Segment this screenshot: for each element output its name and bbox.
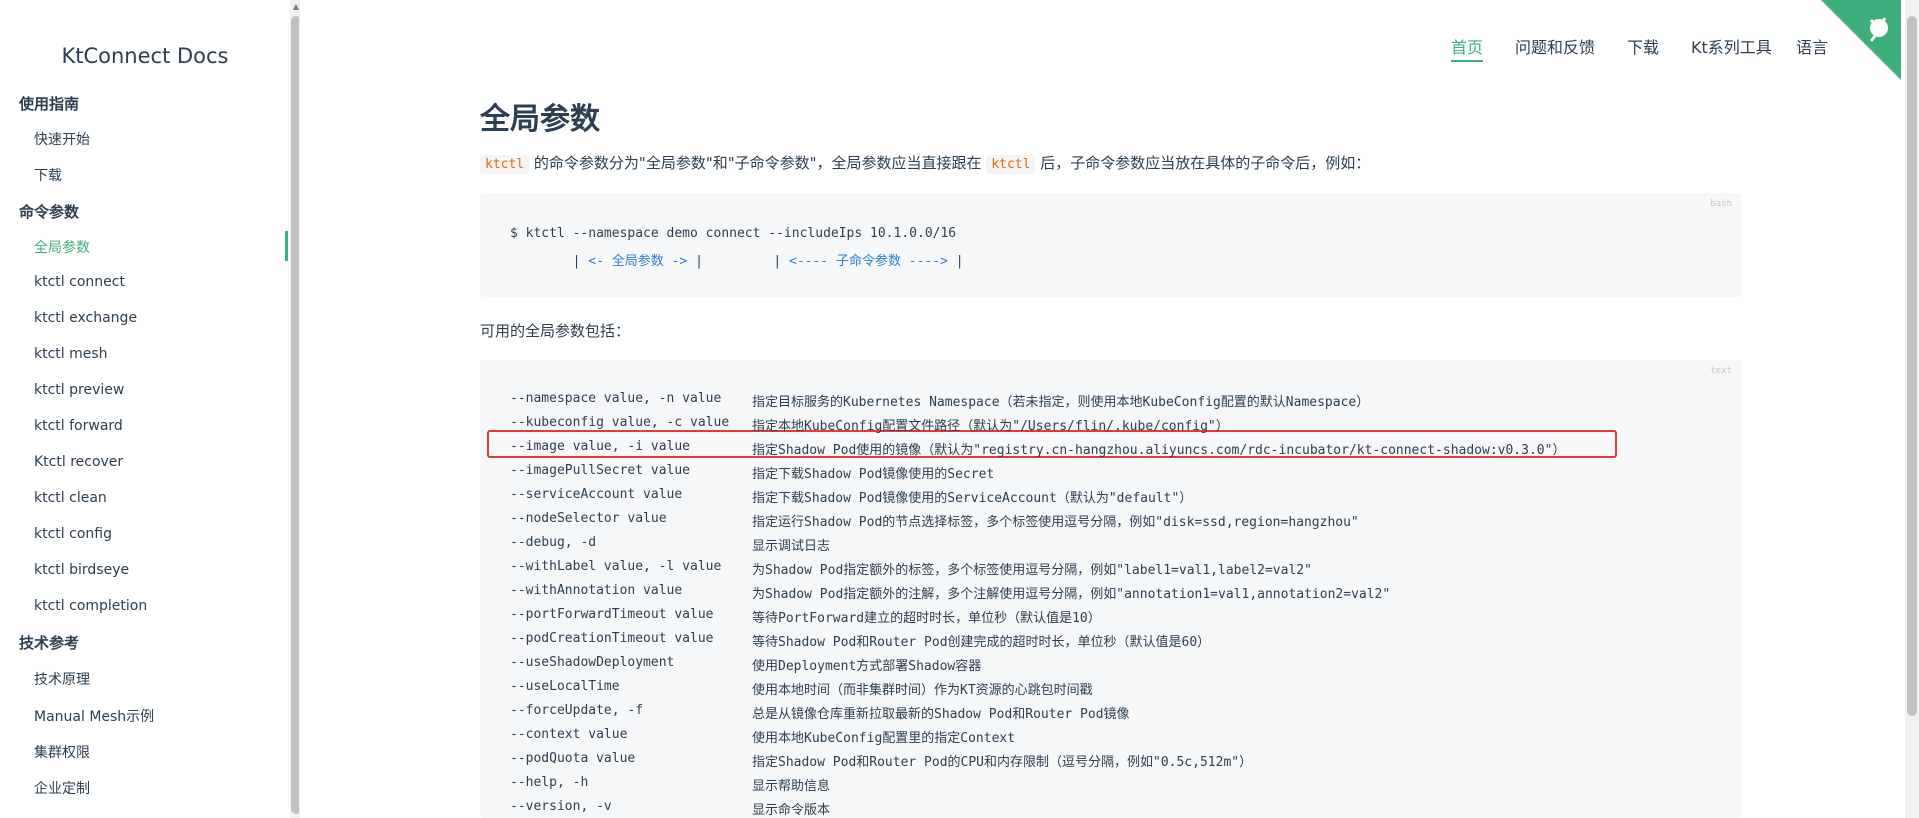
param-option: --imagePullSecret value [510, 463, 691, 478]
param-option: --podQuota value [510, 751, 636, 766]
sidebar-item-ktctl-config[interactable]: ktctl config [34, 526, 112, 542]
sidebar-item-download[interactable]: 下载 [34, 165, 62, 185]
code-segment: <- 全局参数 -> [588, 254, 688, 269]
inline-code: ktctl [986, 155, 1036, 174]
sidebar-item-global-params[interactable]: 全局参数 [34, 237, 90, 257]
sidebar-group-tech-reference[interactable]: 技术参考 [19, 632, 79, 653]
code-segment: | | [687, 254, 789, 269]
param-description: 总是从镜像仓库重新拉取最新的Shadow Pod和Router Pod镜像 [752, 707, 1130, 722]
intro-text-1: 的命令参数分为"全局参数"和"子命令参数"，全局参数应当直接跟在 [533, 154, 982, 172]
param-description: 使用Deployment方式部署Shadow容器 [752, 659, 982, 674]
github-octocat-icon[interactable] [1857, 8, 1897, 48]
param-description: 指定本地KubeConfig配置文件路径（默认为"/Users/flin/.ku… [752, 419, 1229, 434]
page-title: 全局参数 [480, 102, 600, 137]
param-description: 显示帮助信息 [752, 779, 831, 794]
param-description: 使用本地KubeConfig配置里的指定Context [752, 731, 1016, 746]
sidebar-group-command-params[interactable]: 命令参数 [19, 201, 79, 222]
params-intro: 可用的全局参数包括： [480, 322, 631, 340]
param-option: --serviceAccount value [510, 487, 683, 502]
params-code-block: text --namespace value, -n value 指定目标服务的K… [480, 360, 1742, 818]
param-option: --withAnnotation value [510, 583, 683, 598]
param-description: 指定下载Shadow Pod镜像使用的ServiceAccount（默认为"de… [752, 491, 1193, 506]
sidebar-item-ktctl-mesh[interactable]: ktctl mesh [34, 346, 108, 362]
code-segment: | [510, 254, 589, 269]
sidebar-item-manual-mesh[interactable]: Manual Mesh示例 [34, 706, 154, 726]
sidebar-item-ktctl-recover[interactable]: Ktctl recover [34, 454, 123, 470]
param-description: 显示命令版本 [752, 803, 831, 818]
nav-kt-tools[interactable]: Kt系列工具 [1691, 34, 1772, 58]
param-option: --image value, -i value [510, 439, 691, 454]
nav-issues-feedback[interactable]: 问题和反馈 [1515, 34, 1595, 58]
code-segment: <---- 子命令参数 ----> [789, 254, 948, 269]
param-option: --useShadowDeployment [510, 655, 675, 670]
code-segment: | [947, 254, 964, 269]
sidebar-item-ktctl-forward[interactable]: ktctl forward [34, 418, 123, 434]
intro-text-2: 后，子命令参数应当放在具体的子命令后，例如： [1040, 154, 1371, 172]
sidebar-item-enterprise-custom[interactable]: 企业定制 [34, 778, 90, 798]
param-option: --useLocalTime [510, 679, 620, 694]
sidebar-item-ktctl-completion[interactable]: ktctl completion [34, 598, 147, 614]
sidebar-item-ktctl-birdseye[interactable]: ktctl birdseye [34, 562, 129, 578]
param-option: --help, -h [510, 775, 589, 790]
code-language-label: text [1710, 366, 1732, 376]
sidebar-item-ktctl-exchange[interactable]: ktctl exchange [34, 310, 137, 326]
param-option: --namespace value, -n value [510, 391, 722, 406]
param-option: --debug, -d [510, 535, 597, 550]
sidebar-group-usage-guide[interactable]: 使用指南 [19, 93, 79, 114]
sidebar-scrollbar[interactable]: ▲ [290, 0, 299, 818]
sidebar-scroll-thumb[interactable] [291, 16, 299, 814]
param-description: 使用本地时间（而非集群时间）作为KT资源的心跳包时间戳 [752, 683, 1093, 698]
param-description: 为Shadow Pod指定额外的注解，多个注解使用逗号分隔，例如"annotat… [752, 587, 1391, 602]
param-option: --portForwardTimeout value [510, 607, 714, 622]
sidebar-item-ktctl-preview[interactable]: ktctl preview [34, 382, 124, 398]
intro-paragraph: ktctl 的命令参数分为"全局参数"和"子命令参数"，全局参数应当直接跟在 k… [480, 152, 1371, 174]
param-description: 指定Shadow Pod使用的镜像（默认为"registry.cn-hangzh… [752, 443, 1566, 458]
param-description: 为Shadow Pod指定额外的标签，多个标签使用逗号分隔，例如"label1=… [752, 563, 1312, 578]
param-description: 等待Shadow Pod和Router Pod创建完成的超时时长，单位秒（默认值… [752, 635, 1211, 650]
sidebar-item-tech-principle[interactable]: 技术原理 [34, 669, 90, 689]
param-description: 指定Shadow Pod和Router Pod的CPU和内存限制（逗号分隔，例如… [752, 755, 1253, 770]
page-scroll-thumb[interactable] [1907, 16, 1917, 716]
param-option: --context value [510, 727, 628, 742]
param-option: --nodeSelector value [510, 511, 667, 526]
inline-code: ktctl [480, 155, 530, 174]
scroll-up-arrow-icon[interactable]: ▲ [290, 2, 299, 12]
param-option: --version, -v [510, 799, 612, 814]
param-description: 显示调试日志 [752, 539, 831, 554]
sidebar-item-ktctl-connect[interactable]: ktctl connect [34, 274, 125, 290]
param-description: 等待PortForward建立的超时时长，单位秒（默认值是10） [752, 611, 1101, 626]
param-description: 指定下载Shadow Pod镜像使用的Secret [752, 467, 995, 482]
param-option: --kubeconfig value, -c value [510, 415, 730, 430]
code-line: | <- 全局参数 -> | | <---- 子命令参数 ----> | [510, 250, 964, 269]
param-description: 指定运行Shadow Pod的节点选择标签，多个标签使用逗号分隔，例如"disk… [752, 515, 1359, 530]
bash-code-block: bash $ ktctl --namespace demo connect --… [480, 193, 1742, 297]
param-option: --podCreationTimeout value [510, 631, 714, 646]
sidebar-item-quick-start[interactable]: 快速开始 [34, 129, 90, 149]
nav-download[interactable]: 下载 [1627, 34, 1659, 58]
param-description: 指定目标服务的Kubernetes Namespace（若未指定，则使用本地Ku… [752, 395, 1370, 410]
active-indicator [285, 231, 288, 261]
nav-home[interactable]: 首页 [1451, 34, 1484, 62]
code-language-label: bash [1710, 199, 1732, 209]
sidebar: KtConnect Docs 使用指南 快速开始 下载 命令参数 全局参数 kt… [0, 0, 300, 818]
code-line: $ ktctl --namespace demo connect --inclu… [510, 226, 957, 241]
param-option: --withLabel value, -l value [510, 559, 722, 574]
page-scrollbar[interactable] [1905, 0, 1919, 818]
param-option: --forceUpdate, -f [510, 703, 644, 718]
sidebar-item-cluster-permission[interactable]: 集群权限 [34, 742, 90, 762]
sidebar-item-ktctl-clean[interactable]: ktctl clean [34, 490, 107, 506]
site-title[interactable]: KtConnect Docs [0, 44, 290, 68]
